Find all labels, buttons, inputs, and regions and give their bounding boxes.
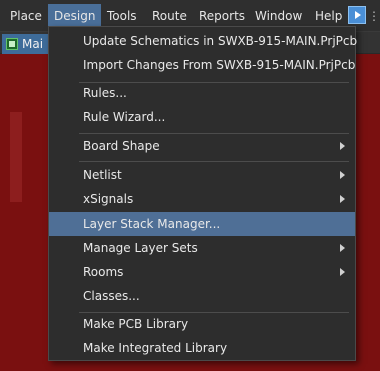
submenu-arrow-icon bbox=[340, 195, 345, 203]
menu-item-classes[interactable]: Classes... bbox=[49, 284, 355, 308]
menu-item-xsignals-label: xSignals bbox=[83, 192, 134, 206]
submenu-arrow-icon bbox=[340, 142, 345, 150]
pcb-outline-fragment bbox=[0, 112, 22, 202]
menu-design[interactable]: Design bbox=[48, 4, 102, 28]
document-tab-label: Mai bbox=[22, 37, 44, 51]
menu-item-update-schematics[interactable]: Update Schematics in SWXB-915-MAIN.PrjPc… bbox=[49, 29, 357, 53]
submenu-arrow-icon bbox=[340, 244, 345, 252]
submenu-arrow-icon bbox=[340, 171, 345, 179]
menu-item-board-shape-label: Board Shape bbox=[83, 139, 160, 153]
menu-window[interactable]: Window bbox=[249, 4, 308, 28]
menu-help[interactable]: Help bbox=[309, 4, 348, 28]
pcb-document-icon bbox=[6, 38, 18, 50]
menu-tools[interactable]: Tools bbox=[101, 4, 143, 28]
menu-item-rule-wizard[interactable]: Rule Wizard... bbox=[49, 105, 355, 129]
menu-item-make-integrated-library[interactable]: Make Integrated Library bbox=[49, 336, 355, 360]
menu-item-rooms[interactable]: Rooms bbox=[49, 260, 355, 284]
menu-item-board-shape[interactable]: Board Shape bbox=[49, 134, 355, 158]
menu-item-xsignals[interactable]: xSignals bbox=[49, 187, 355, 211]
menu-item-make-pcb-library[interactable]: Make PCB Library bbox=[49, 312, 355, 336]
menu-reports[interactable]: Reports bbox=[193, 4, 251, 28]
overflow-icon[interactable]: ⋮ bbox=[368, 5, 380, 27]
submenu-arrow-icon bbox=[340, 268, 345, 276]
menu-item-netlist[interactable]: Netlist bbox=[49, 163, 355, 187]
play-icon[interactable] bbox=[348, 6, 366, 24]
menu-item-netlist-label: Netlist bbox=[83, 168, 122, 182]
menu-item-rules[interactable]: Rules... bbox=[49, 81, 355, 105]
menu-item-layer-stack-manager[interactable]: Layer Stack Manager... bbox=[49, 212, 355, 236]
menu-item-manage-layer-sets-label: Manage Layer Sets bbox=[83, 241, 198, 255]
menu-item-manage-layer-sets[interactable]: Manage Layer Sets bbox=[49, 236, 355, 260]
menu-route[interactable]: Route bbox=[146, 4, 193, 28]
menu-item-rooms-label: Rooms bbox=[83, 265, 124, 279]
menu-place[interactable]: Place bbox=[4, 4, 48, 28]
design-dropdown-menu: Update Schematics in SWXB-915-MAIN.PrjPc… bbox=[48, 26, 357, 361]
menu-item-import-changes[interactable]: Import Changes From SWXB-915-MAIN.PrjPcb bbox=[49, 53, 355, 77]
menu-separator bbox=[79, 161, 349, 162]
